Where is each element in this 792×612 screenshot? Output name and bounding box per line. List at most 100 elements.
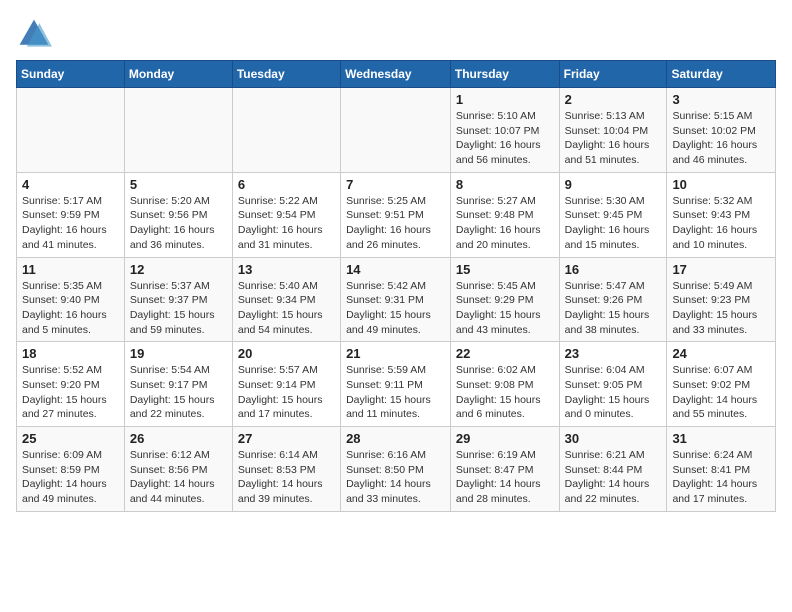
day-info: Sunrise: 5:32 AM Sunset: 9:43 PM Dayligh… (672, 194, 770, 253)
day-info: Sunrise: 6:09 AM Sunset: 8:59 PM Dayligh… (22, 448, 119, 507)
day-header-wednesday: Wednesday (341, 61, 451, 88)
day-number: 22 (456, 346, 554, 361)
day-number: 23 (565, 346, 662, 361)
calendar-cell: 16 Sunrise: 5:47 AM Sunset: 9:26 PM Dayli… (559, 257, 667, 342)
calendar-cell: 29 Sunrise: 6:19 AM Sunset: 8:47 PM Dayli… (450, 427, 559, 512)
day-info: Sunrise: 5:37 AM Sunset: 9:37 PM Dayligh… (130, 279, 227, 338)
day-number: 12 (130, 262, 227, 277)
calendar-cell: 3 Sunrise: 5:15 AM Sunset: 10:02 PM Dayli… (667, 88, 776, 173)
day-info: Sunrise: 5:42 AM Sunset: 9:31 PM Dayligh… (346, 279, 445, 338)
day-header-sunday: Sunday (17, 61, 125, 88)
calendar-table: SundayMondayTuesdayWednesdayThursdayFrid… (16, 60, 776, 512)
day-header-monday: Monday (124, 61, 232, 88)
calendar-cell: 12 Sunrise: 5:37 AM Sunset: 9:37 PM Dayli… (124, 257, 232, 342)
day-number: 24 (672, 346, 770, 361)
calendar-cell: 9 Sunrise: 5:30 AM Sunset: 9:45 PM Daylig… (559, 172, 667, 257)
calendar-cell: 24 Sunrise: 6:07 AM Sunset: 9:02 PM Dayli… (667, 342, 776, 427)
day-info: Sunrise: 6:12 AM Sunset: 8:56 PM Dayligh… (130, 448, 227, 507)
day-number: 19 (130, 346, 227, 361)
calendar-cell (232, 88, 340, 173)
calendar-cell: 21Sunrise: 5:59 AM Sunset: 9:11 PM Dayli… (341, 342, 451, 427)
calendar-week-2: 4 Sunrise: 5:17 AM Sunset: 9:59 PM Daylig… (17, 172, 776, 257)
day-number: 7 (346, 177, 445, 192)
day-header-tuesday: Tuesday (232, 61, 340, 88)
calendar-cell: 20 Sunrise: 5:57 AM Sunset: 9:14 PM Dayli… (232, 342, 340, 427)
logo-icon (16, 16, 52, 52)
day-info: Sunrise: 5:13 AM Sunset: 10:04 PM Daylig… (565, 109, 662, 168)
day-number: 1 (456, 92, 554, 107)
calendar-cell: 5Sunrise: 5:20 AM Sunset: 9:56 PM Daylig… (124, 172, 232, 257)
day-info: Sunrise: 5:47 AM Sunset: 9:26 PM Dayligh… (565, 279, 662, 338)
calendar-cell (17, 88, 125, 173)
day-info: Sunrise: 5:35 AM Sunset: 9:40 PM Dayligh… (22, 279, 119, 338)
day-number: 27 (238, 431, 335, 446)
logo (16, 16, 56, 52)
day-number: 10 (672, 177, 770, 192)
calendar-cell: 28Sunrise: 6:16 AM Sunset: 8:50 PM Dayli… (341, 427, 451, 512)
day-header-saturday: Saturday (667, 61, 776, 88)
calendar-week-5: 25 Sunrise: 6:09 AM Sunset: 8:59 PM Dayli… (17, 427, 776, 512)
calendar-week-1: 1 Sunrise: 5:10 AM Sunset: 10:07 PM Dayli… (17, 88, 776, 173)
day-info: Sunrise: 6:04 AM Sunset: 9:05 PM Dayligh… (565, 363, 662, 422)
calendar-cell: 2 Sunrise: 5:13 AM Sunset: 10:04 PM Dayli… (559, 88, 667, 173)
day-number: 2 (565, 92, 662, 107)
day-info: Sunrise: 5:27 AM Sunset: 9:48 PM Dayligh… (456, 194, 554, 253)
day-info: Sunrise: 5:57 AM Sunset: 9:14 PM Dayligh… (238, 363, 335, 422)
day-info: Sunrise: 5:49 AM Sunset: 9:23 PM Dayligh… (672, 279, 770, 338)
calendar-cell (124, 88, 232, 173)
calendar-week-4: 18Sunrise: 5:52 AM Sunset: 9:20 PM Dayli… (17, 342, 776, 427)
calendar-cell: 30 Sunrise: 6:21 AM Sunset: 8:44 PM Dayli… (559, 427, 667, 512)
calendar-cell: 1 Sunrise: 5:10 AM Sunset: 10:07 PM Dayli… (450, 88, 559, 173)
calendar-cell: 19Sunrise: 5:54 AM Sunset: 9:17 PM Dayli… (124, 342, 232, 427)
calendar-header-row: SundayMondayTuesdayWednesdayThursdayFrid… (17, 61, 776, 88)
day-info: Sunrise: 5:30 AM Sunset: 9:45 PM Dayligh… (565, 194, 662, 253)
day-number: 11 (22, 262, 119, 277)
day-info: Sunrise: 6:07 AM Sunset: 9:02 PM Dayligh… (672, 363, 770, 422)
calendar-cell: 15 Sunrise: 5:45 AM Sunset: 9:29 PM Dayli… (450, 257, 559, 342)
day-number: 26 (130, 431, 227, 446)
day-number: 6 (238, 177, 335, 192)
day-info: Sunrise: 5:20 AM Sunset: 9:56 PM Dayligh… (130, 194, 227, 253)
day-header-friday: Friday (559, 61, 667, 88)
day-number: 4 (22, 177, 119, 192)
day-info: Sunrise: 5:17 AM Sunset: 9:59 PM Dayligh… (22, 194, 119, 253)
day-number: 30 (565, 431, 662, 446)
day-info: Sunrise: 5:22 AM Sunset: 9:54 PM Dayligh… (238, 194, 335, 253)
day-number: 16 (565, 262, 662, 277)
day-number: 18 (22, 346, 119, 361)
day-number: 17 (672, 262, 770, 277)
calendar-cell: 18Sunrise: 5:52 AM Sunset: 9:20 PM Dayli… (17, 342, 125, 427)
day-number: 15 (456, 262, 554, 277)
calendar-cell: 17 Sunrise: 5:49 AM Sunset: 9:23 PM Dayli… (667, 257, 776, 342)
calendar-week-3: 11 Sunrise: 5:35 AM Sunset: 9:40 PM Dayli… (17, 257, 776, 342)
day-number: 20 (238, 346, 335, 361)
calendar-cell: 14 Sunrise: 5:42 AM Sunset: 9:31 PM Dayli… (341, 257, 451, 342)
day-number: 3 (672, 92, 770, 107)
day-number: 21 (346, 346, 445, 361)
day-number: 29 (456, 431, 554, 446)
day-info: Sunrise: 5:45 AM Sunset: 9:29 PM Dayligh… (456, 279, 554, 338)
day-info: Sunrise: 5:15 AM Sunset: 10:02 PM Daylig… (672, 109, 770, 168)
day-number: 25 (22, 431, 119, 446)
day-info: Sunrise: 6:02 AM Sunset: 9:08 PM Dayligh… (456, 363, 554, 422)
day-info: Sunrise: 5:10 AM Sunset: 10:07 PM Daylig… (456, 109, 554, 168)
day-header-thursday: Thursday (450, 61, 559, 88)
day-number: 28 (346, 431, 445, 446)
day-number: 9 (565, 177, 662, 192)
calendar-cell (341, 88, 451, 173)
calendar-cell: 6 Sunrise: 5:22 AM Sunset: 9:54 PM Daylig… (232, 172, 340, 257)
day-info: Sunrise: 6:19 AM Sunset: 8:47 PM Dayligh… (456, 448, 554, 507)
calendar-cell: 7Sunrise: 5:25 AM Sunset: 9:51 PM Daylig… (341, 172, 451, 257)
day-info: Sunrise: 6:21 AM Sunset: 8:44 PM Dayligh… (565, 448, 662, 507)
calendar-cell: 31Sunrise: 6:24 AM Sunset: 8:41 PM Dayli… (667, 427, 776, 512)
day-number: 13 (238, 262, 335, 277)
calendar-cell: 23 Sunrise: 6:04 AM Sunset: 9:05 PM Dayli… (559, 342, 667, 427)
calendar-cell: 13 Sunrise: 5:40 AM Sunset: 9:34 PM Dayli… (232, 257, 340, 342)
day-number: 14 (346, 262, 445, 277)
calendar-cell: 26 Sunrise: 6:12 AM Sunset: 8:56 PM Dayli… (124, 427, 232, 512)
page-header (16, 16, 776, 52)
calendar-cell: 27Sunrise: 6:14 AM Sunset: 8:53 PM Dayli… (232, 427, 340, 512)
day-info: Sunrise: 5:40 AM Sunset: 9:34 PM Dayligh… (238, 279, 335, 338)
calendar-cell: 25 Sunrise: 6:09 AM Sunset: 8:59 PM Dayli… (17, 427, 125, 512)
calendar-cell: 22 Sunrise: 6:02 AM Sunset: 9:08 PM Dayli… (450, 342, 559, 427)
